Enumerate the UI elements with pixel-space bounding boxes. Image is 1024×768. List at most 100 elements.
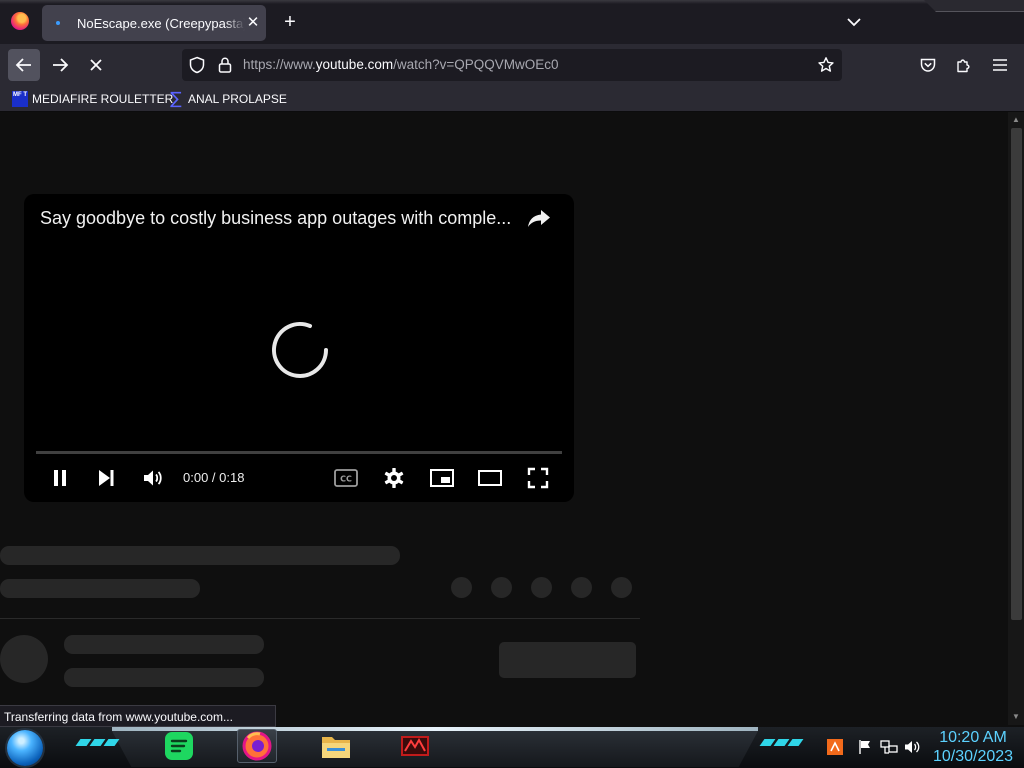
list-all-tabs-button[interactable] [844, 12, 864, 32]
volume-icon [144, 470, 162, 486]
tab-title: NoEscape.exe (Creepypasta) - YouTube [77, 16, 245, 31]
window-top-edge [0, 0, 1024, 4]
taskbar-rail-decoration [112, 727, 758, 731]
fullscreen-button[interactable] [524, 464, 552, 492]
theater-mode-button[interactable] [476, 464, 504, 492]
extensions-button[interactable] [948, 49, 980, 81]
url-host: youtube.com [315, 57, 394, 72]
tab-close-icon[interactable]: ✕ [244, 14, 262, 32]
lock-icon[interactable] [216, 56, 234, 74]
skeleton-subscribers [64, 668, 264, 687]
tray-app-icon[interactable] [826, 738, 844, 756]
skeleton-action-dot [531, 577, 552, 598]
pause-icon [54, 470, 66, 486]
fullscreen-icon [527, 467, 549, 489]
skeleton-action-dot [571, 577, 592, 598]
window-corner-decoration [924, 0, 1024, 12]
app-menu-button[interactable] [984, 49, 1016, 81]
miniplayer-button[interactable] [428, 464, 456, 492]
pocket-icon [920, 58, 936, 72]
youtube-page: Say goodbye to costly business app outag… [0, 112, 1008, 725]
share-button[interactable] [526, 206, 552, 230]
address-bar[interactable]: https://www.youtube.com/watch?v=QPQQVMwO… [182, 49, 842, 81]
mute-button[interactable] [139, 464, 167, 492]
skeleton-action-dot [491, 577, 512, 598]
url-path: /watch?v=QPQQVMwOEc0 [393, 57, 559, 72]
status-panel: Transferring data from www.youtube.com..… [0, 705, 276, 727]
pocket-button[interactable] [912, 49, 944, 81]
skeleton-subtitle [0, 579, 200, 598]
puzzle-icon [957, 59, 970, 73]
close-icon [90, 59, 102, 71]
video-player[interactable]: Say goodbye to costly business app outag… [24, 194, 574, 502]
forward-button[interactable] [44, 49, 76, 81]
bookmark-mediafire-rouletter[interactable]: MF T MEDIAFIRE ROULETTER [12, 90, 173, 108]
tab-loading-icon [56, 21, 60, 25]
settings-button[interactable] [380, 464, 408, 492]
miniplayer-icon [430, 469, 454, 487]
video-title[interactable]: Say goodbye to costly business app outag… [40, 208, 520, 229]
skeleton-action-dot [451, 577, 472, 598]
loading-spinner-icon [272, 322, 328, 378]
skeleton-avatar [0, 635, 48, 683]
share-icon [528, 210, 550, 227]
tab-strip: NoEscape.exe (Creepypasta) - YouTube ✕ + [0, 0, 1024, 44]
star-icon[interactable] [817, 56, 835, 74]
arrow-right-icon [53, 58, 69, 72]
system-clock[interactable]: 10:20 AM 10/30/2023 [928, 728, 1018, 766]
skeleton-divider [0, 618, 640, 619]
skip-next-icon [99, 470, 114, 486]
url-text[interactable]: https://www.youtube.com/watch?v=QPQQVMwO… [243, 57, 559, 72]
page-scrollbar[interactable]: ▲ ▼ [1008, 112, 1024, 725]
spotify-icon [165, 732, 193, 760]
gear-icon [384, 468, 404, 488]
pause-button[interactable] [46, 464, 74, 492]
taskbar-app-game[interactable] [395, 729, 435, 763]
next-button[interactable] [92, 464, 120, 492]
skeleton-channel-name [64, 635, 264, 654]
back-button[interactable] [8, 49, 40, 81]
skeleton-action-dot [611, 577, 632, 598]
tab-youtube[interactable]: NoEscape.exe (Creepypasta) - YouTube ✕ [42, 5, 266, 41]
taskbar: 10:20 AM 10/30/2023 [0, 727, 1024, 768]
scroll-up-arrow-icon[interactable]: ▲ [1008, 113, 1024, 127]
bookmark-label: ANAL PROLAPSE [188, 92, 287, 106]
chevron-down-icon [847, 18, 861, 27]
bookmark-label: MEDIAFIRE ROULETTER [32, 92, 174, 106]
firefox-app-icon[interactable] [11, 12, 29, 30]
closed-captions-icon: CC [334, 469, 358, 487]
sigma-favicon-icon: ∑ [170, 89, 182, 109]
navigation-toolbar: https://www.youtube.com/watch?v=QPQQVMwO… [0, 44, 1024, 86]
taskbar-app-firefox[interactable] [237, 729, 277, 763]
folder-icon [322, 737, 350, 758]
new-tab-button[interactable]: + [280, 12, 300, 32]
svg-text:CC: CC [340, 475, 352, 484]
mft-favicon-icon: MF T [12, 91, 28, 107]
shield-icon[interactable] [188, 56, 206, 74]
start-button[interactable] [7, 730, 43, 766]
screen: NoEscape.exe (Creepypasta) - YouTube ✕ +… [0, 0, 1024, 768]
bookmarks-toolbar: MF T MEDIAFIRE ROULETTER ∑ ANAL PROLAPSE [0, 86, 1024, 112]
action-center-flag-icon[interactable] [856, 738, 874, 756]
progress-bar[interactable] [36, 451, 562, 454]
game-icon [401, 736, 429, 756]
skeleton-subscribe-button [499, 642, 636, 678]
scroll-down-arrow-icon[interactable]: ▼ [1008, 710, 1024, 724]
subtitles-button[interactable]: CC [332, 464, 360, 492]
firefox-icon [242, 731, 272, 761]
taskbar-center-panel [112, 731, 758, 767]
network-icon[interactable] [880, 738, 898, 756]
skeleton-title [0, 546, 400, 565]
taskbar-app-spotify[interactable] [159, 729, 199, 763]
stop-button[interactable] [80, 49, 112, 81]
volume-icon[interactable] [904, 738, 922, 756]
taskbar-app-file-explorer[interactable] [316, 729, 356, 763]
theater-mode-icon [478, 470, 502, 486]
scrollbar-thumb[interactable] [1011, 128, 1022, 620]
time-display: 0:00 / 0:18 [183, 470, 245, 485]
taskbar-chevron-decoration-left [75, 739, 120, 747]
clock-time: 10:20 AM [939, 729, 1007, 746]
arrow-left-icon [15, 58, 31, 72]
hamburger-menu-icon [993, 59, 1007, 71]
bookmark-anal-prolapse[interactable]: ∑ ANAL PROLAPSE [168, 90, 287, 108]
